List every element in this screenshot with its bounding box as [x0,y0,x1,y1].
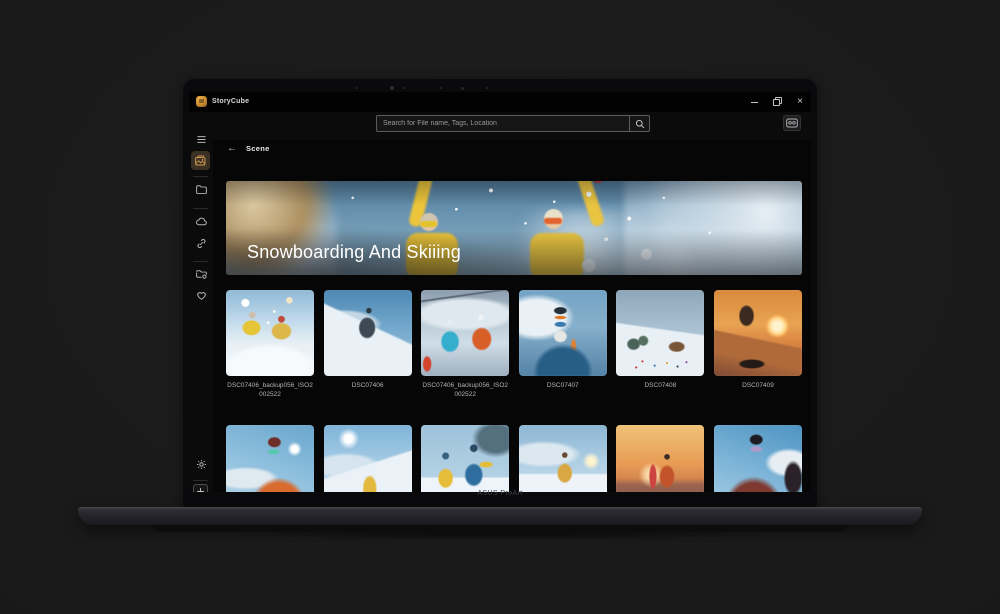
sidebar-item-cloud[interactable] [189,215,213,228]
device-brand-label: ASUS ProArt [183,490,817,497]
laptop-screen-bezel: StoryCube × [183,78,817,507]
sidebar-item-favorites[interactable] [189,289,213,302]
back-button[interactable]: ← [225,141,239,155]
photo-thumbnail[interactable] [714,425,802,492]
sensor-dot [356,87,358,89]
photo-thumbnail[interactable] [226,425,314,492]
sidebar-item-shared-folder[interactable] [189,268,213,281]
sidebar-divider [193,176,208,177]
webcam [390,86,394,90]
search-input[interactable] [377,116,629,131]
photo-thumbnail[interactable] [519,425,607,492]
photo-grid-row [226,290,802,376]
photo-thumbnail[interactable] [616,290,704,376]
search-bar [376,115,650,132]
view-mode-icon [786,118,798,128]
restore-button[interactable] [769,94,785,110]
photo-thumbnail[interactable] [616,425,704,492]
filename-label: DSC07407 [519,382,607,399]
photo-thumbnail[interactable] [226,290,314,376]
photo-grid-row [226,425,802,492]
scenes-icon [194,154,207,167]
banner-title: Snowboarding And Skiiing [247,242,461,263]
menu-button[interactable] [189,133,213,146]
scene-banner: Snowboarding And Skiiing [226,181,802,275]
shared-folder-icon [195,268,208,281]
sidebar-item-scenes[interactable] [191,151,210,170]
view-mode-button[interactable] [783,115,801,131]
sidebar-divider [193,208,208,209]
photo-thumbnail[interactable] [714,290,802,376]
link-icon [195,237,208,250]
app-title: StoryCube [212,98,249,105]
filename-label: DSC07406_backup056_ISO2002522 [226,382,314,399]
cloud-icon [195,215,208,228]
restore-icon [773,98,781,106]
laptop-base-foot [152,524,848,532]
minimize-icon [751,102,758,103]
photo-thumbnail[interactable] [324,425,412,492]
sidebar [189,112,213,492]
back-arrow-icon: ← [227,143,237,154]
close-button[interactable]: × [792,94,808,110]
laptop-base [78,507,922,525]
sensor-dot [440,87,442,89]
titlebar: StoryCube × [189,92,811,112]
sensor-dot [486,87,488,89]
minimize-button[interactable] [746,94,762,110]
sensor-dot [461,87,464,90]
sidebar-item-link[interactable] [189,237,213,250]
background: StoryCube × [0,0,1000,614]
sidebar-item-folders[interactable] [189,183,213,196]
favorites-heart-icon [195,289,208,302]
settings-button[interactable] [189,458,213,471]
photo-thumbnail[interactable] [421,425,509,492]
close-icon: × [797,97,803,107]
folder-icon [195,183,208,196]
photo-thumbnail[interactable] [324,290,412,376]
page-title: Scene [246,144,270,153]
filename-label: DSC07409 [714,382,802,399]
search-icon [635,119,645,129]
menu-icon [195,133,208,146]
app-window: StoryCube × [189,92,811,492]
photo-thumbnail[interactable] [519,290,607,376]
photo-thumbnail[interactable] [421,290,509,376]
sensor-dot [403,87,405,89]
filename-label: DSC07406_backup056_ISO2002522 [421,382,509,399]
filename-label: DSC07408 [616,382,704,399]
storycube-logo [196,96,207,107]
filename-label: DSC07406 [324,382,412,399]
filename-row: DSC07406_backup056_ISO2002522 DSC07406 D… [226,382,802,399]
settings-gear-icon [195,458,208,471]
search-button[interactable] [629,116,649,131]
sidebar-divider [193,480,208,481]
sidebar-divider [193,261,208,262]
